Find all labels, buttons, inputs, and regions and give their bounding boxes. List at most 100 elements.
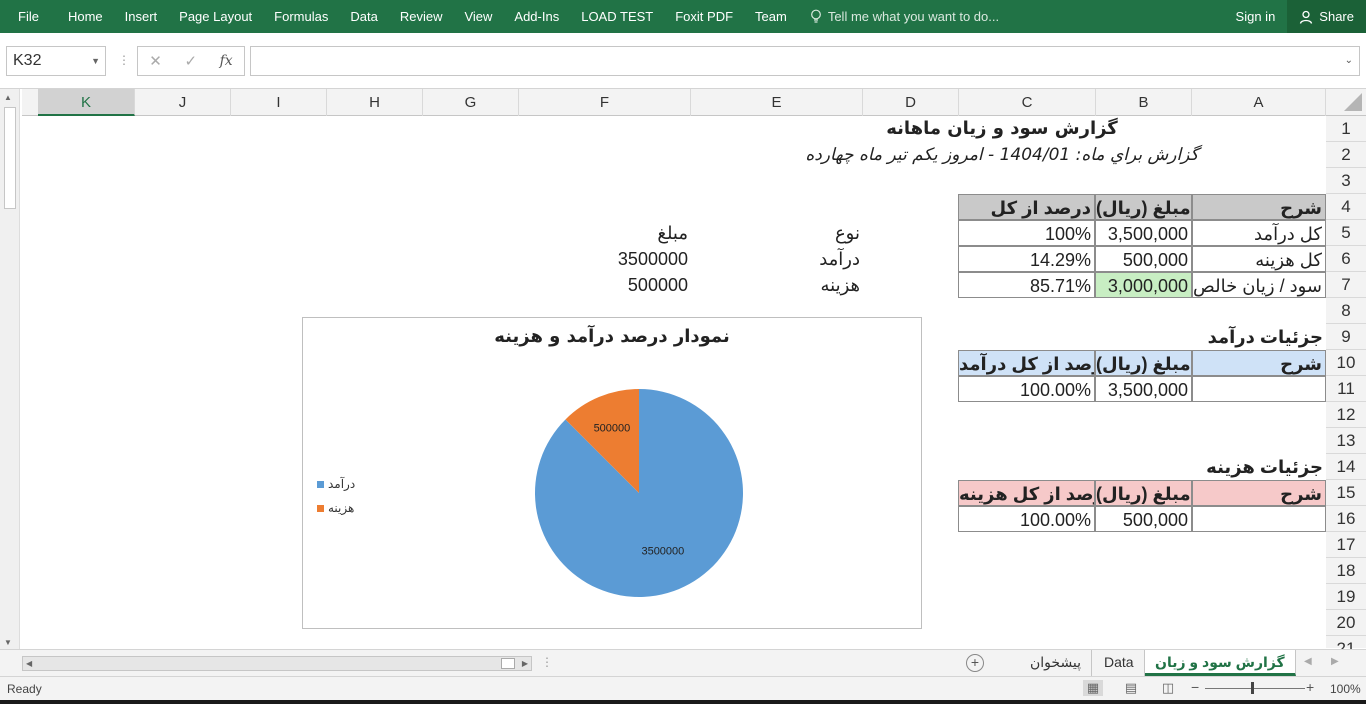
- summary-header-percent[interactable]: درصد از کل: [958, 194, 1095, 220]
- zoom-out-icon[interactable]: −: [1191, 679, 1199, 695]
- pie-chart[interactable]: نمودار درصد درآمد و هزینه درآمد هزینه 35…: [302, 317, 922, 629]
- row-header[interactable]: 20: [1326, 610, 1366, 636]
- horizontal-scroll-thumb[interactable]: [501, 658, 515, 669]
- zoom-slider-thumb[interactable]: [1251, 682, 1254, 694]
- expense-header-percent[interactable]: درصد از کل هزینه: [958, 480, 1095, 506]
- summary-cell[interactable]: 3,500,000: [1095, 220, 1192, 246]
- income-cell[interactable]: 100.00%: [958, 376, 1095, 402]
- row-header[interactable]: 5: [1326, 220, 1366, 246]
- income-header-description[interactable]: شرح: [1192, 350, 1326, 376]
- chevron-down-icon[interactable]: ▼: [91, 47, 100, 75]
- summary-cell[interactable]: 100%: [958, 220, 1095, 246]
- expand-formula-icon[interactable]: ⌄: [1345, 55, 1353, 66]
- row-header[interactable]: 14: [1326, 454, 1366, 480]
- row-header[interactable]: 9: [1326, 324, 1366, 350]
- row-header[interactable]: 11: [1326, 376, 1366, 402]
- prev-sheet-icon[interactable]: ◀: [1304, 656, 1312, 667]
- expense-cell[interactable]: 100.00%: [958, 506, 1095, 532]
- column-header-g[interactable]: G: [423, 89, 519, 116]
- row-header[interactable]: 2: [1326, 142, 1366, 168]
- row-header[interactable]: 10: [1326, 350, 1366, 376]
- column-header-a[interactable]: A: [1192, 89, 1326, 116]
- scroll-up-icon[interactable]: ▲: [4, 93, 12, 102]
- formula-bar-grip[interactable]: ⋮: [118, 53, 130, 67]
- side-table-cell[interactable]: هزینه: [691, 272, 863, 298]
- tab-add-ins[interactable]: Add-Ins: [503, 0, 570, 33]
- income-cell[interactable]: [1192, 376, 1326, 402]
- select-all-corner[interactable]: [1326, 89, 1366, 116]
- column-header-c[interactable]: C: [959, 89, 1096, 116]
- row-header[interactable]: 6: [1326, 246, 1366, 272]
- zoom-in-icon[interactable]: +: [1306, 679, 1314, 695]
- page-layout-view-icon[interactable]: ▤: [1121, 680, 1141, 696]
- cancel-icon[interactable]: ✕: [149, 52, 162, 70]
- summary-cell[interactable]: 85.71%: [958, 272, 1095, 298]
- side-table-cell[interactable]: 3500000: [519, 246, 691, 272]
- enter-icon[interactable]: ✓: [184, 52, 197, 70]
- column-header-d[interactable]: D: [863, 89, 959, 116]
- page-break-view-icon[interactable]: ◫: [1158, 680, 1178, 696]
- income-cell[interactable]: 3,500,000: [1095, 376, 1192, 402]
- side-table-cell[interactable]: 500000: [519, 272, 691, 298]
- tab-insert[interactable]: Insert: [114, 0, 169, 33]
- column-header-i[interactable]: I: [231, 89, 327, 116]
- row-header[interactable]: 12: [1326, 402, 1366, 428]
- column-header-k[interactable]: K: [38, 89, 135, 116]
- expense-cell[interactable]: [1192, 506, 1326, 532]
- next-sheet-icon[interactable]: ▶: [1331, 656, 1339, 667]
- sheet-tab-dashboard[interactable]: پیشخوان: [1020, 650, 1093, 676]
- summary-cell[interactable]: سود / زیان خالص: [1192, 272, 1326, 298]
- row-header[interactable]: 18: [1326, 558, 1366, 584]
- sheet-tab-data[interactable]: Data: [1094, 650, 1145, 676]
- tab-view[interactable]: View: [453, 0, 503, 33]
- row-header[interactable]: 7: [1326, 272, 1366, 298]
- row-header[interactable]: 1: [1326, 116, 1366, 142]
- column-header-e[interactable]: E: [691, 89, 863, 116]
- vertical-scrollbar[interactable]: ▲ ▼: [0, 89, 20, 649]
- summary-cell[interactable]: 500,000: [1095, 246, 1192, 272]
- tab-file[interactable]: File: [0, 0, 57, 33]
- horizontal-scrollbar[interactable]: ◀ ▶: [22, 656, 532, 671]
- expense-header-amount[interactable]: مبلغ (ریال): [1095, 480, 1192, 506]
- summary-cell[interactable]: کل درآمد: [1192, 220, 1326, 246]
- formula-input[interactable]: ⌄: [250, 46, 1360, 76]
- column-header-h[interactable]: H: [327, 89, 423, 116]
- side-table-cell[interactable]: درآمد: [691, 246, 863, 272]
- expense-header-description[interactable]: شرح: [1192, 480, 1326, 506]
- insert-function-icon[interactable]: fx: [220, 53, 233, 69]
- tab-split-grip[interactable]: ⋮: [541, 655, 553, 669]
- summary-cell[interactable]: 14.29%: [958, 246, 1095, 272]
- row-header[interactable]: 8: [1326, 298, 1366, 324]
- tab-page-layout[interactable]: Page Layout: [168, 0, 263, 33]
- zoom-slider[interactable]: [1205, 688, 1305, 689]
- tab-team[interactable]: Team: [744, 0, 798, 33]
- scroll-down-icon[interactable]: ▼: [4, 638, 12, 647]
- add-sheet-button[interactable]: +: [966, 654, 984, 672]
- worksheet-grid[interactable]: گزارش سود و زیان ماهانه گزارش براي ماه: …: [22, 116, 1326, 648]
- column-header-f[interactable]: F: [519, 89, 691, 116]
- sign-in-link[interactable]: Sign in: [1224, 9, 1288, 24]
- row-header[interactable]: 4: [1326, 194, 1366, 220]
- scroll-left-icon[interactable]: ◀: [26, 657, 32, 670]
- row-header[interactable]: 19: [1326, 584, 1366, 610]
- zoom-level[interactable]: 100%: [1330, 682, 1361, 696]
- tell-me-box[interactable]: Tell me what you want to do...: [798, 9, 1011, 24]
- tab-home[interactable]: Home: [57, 0, 114, 33]
- expense-cell[interactable]: 500,000: [1095, 506, 1192, 532]
- summary-header-description[interactable]: شرح: [1192, 194, 1326, 220]
- side-table-header-amount[interactable]: مبلغ: [519, 220, 691, 246]
- column-header-j[interactable]: J: [135, 89, 231, 116]
- row-header[interactable]: 3: [1326, 168, 1366, 194]
- tab-load-test[interactable]: LOAD TEST: [570, 0, 664, 33]
- tab-review[interactable]: Review: [389, 0, 454, 33]
- income-header-amount[interactable]: مبلغ (ریال): [1095, 350, 1192, 376]
- tab-formulas[interactable]: Formulas: [263, 0, 339, 33]
- name-box[interactable]: K32 ▼: [6, 46, 106, 76]
- sheet-tab-profit-loss[interactable]: گزارش سود و زیان: [1145, 650, 1296, 676]
- tab-data[interactable]: Data: [339, 0, 388, 33]
- side-table-header-type[interactable]: نوع: [691, 220, 863, 246]
- scroll-thumb[interactable]: [4, 107, 16, 209]
- share-button[interactable]: Share: [1287, 0, 1366, 33]
- summary-header-amount[interactable]: مبلغ (ریال): [1095, 194, 1192, 220]
- column-header-b[interactable]: B: [1096, 89, 1192, 116]
